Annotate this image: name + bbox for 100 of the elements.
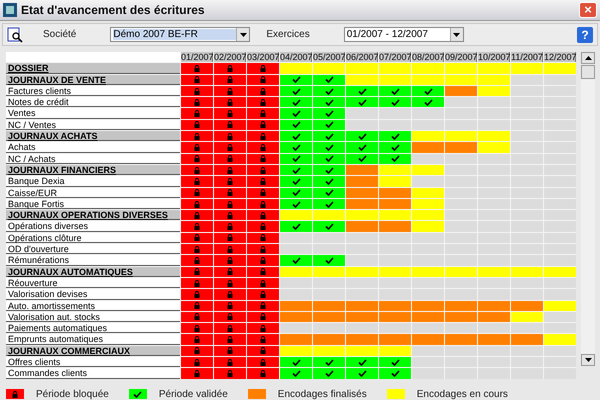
dropdown-arrow-icon bbox=[240, 32, 247, 36]
scroll-thumb[interactable] bbox=[581, 65, 595, 79]
lock-icon bbox=[194, 268, 200, 276]
lock-icon bbox=[194, 200, 200, 208]
lock-icon bbox=[260, 347, 266, 354]
lock-icon bbox=[260, 200, 266, 208]
column-header: 06/2007 bbox=[346, 52, 378, 62]
lock-icon bbox=[227, 178, 233, 185]
lock-icon bbox=[194, 302, 200, 310]
lock-icon bbox=[227, 358, 233, 366]
lock-icon bbox=[194, 178, 200, 185]
journal-label: Caisse/EUR bbox=[6, 188, 180, 198]
lock-icon bbox=[227, 212, 233, 219]
lock-icon bbox=[227, 166, 233, 174]
group-label: JOURNAUX OPERATIONS DIVERSES bbox=[6, 210, 180, 220]
journal-label: Rémunérations bbox=[6, 255, 180, 266]
lock-icon bbox=[227, 189, 233, 196]
lock-icon bbox=[260, 121, 266, 128]
lock-icon bbox=[260, 370, 266, 377]
scroll-up-button[interactable] bbox=[581, 52, 595, 64]
company-label: Société bbox=[43, 29, 76, 40]
lock-icon bbox=[260, 256, 266, 264]
column-header: 03/2007 bbox=[247, 52, 279, 62]
company-dropdown[interactable]: Démo 2007 BE-FR bbox=[110, 27, 250, 42]
journal-label: Opérations clôture bbox=[6, 232, 180, 244]
group-label: JOURNAUX ACHATS bbox=[6, 131, 180, 142]
group-label: JOURNAUX FINANCIERS bbox=[6, 164, 180, 176]
column-header: 12/2007 bbox=[544, 52, 576, 62]
journal-label: Banque Fortis bbox=[6, 198, 180, 210]
lock-icon bbox=[227, 324, 233, 332]
lock-icon bbox=[194, 121, 200, 128]
check-icon bbox=[324, 256, 334, 264]
lock-icon bbox=[227, 88, 233, 95]
period-label: Exercices bbox=[266, 29, 310, 40]
journal-label: Notes de crédit bbox=[6, 97, 180, 108]
lock-icon bbox=[227, 290, 233, 298]
journal-label: Réouverture bbox=[6, 278, 180, 288]
journal-label: Auto. amortissements bbox=[6, 300, 180, 311]
lock-icon bbox=[227, 246, 233, 253]
lock-icon bbox=[260, 313, 266, 320]
close-button[interactable]: × bbox=[579, 2, 597, 18]
lock-icon bbox=[260, 290, 266, 298]
group-label: DOSSIER bbox=[6, 63, 180, 74]
lock-icon bbox=[260, 234, 266, 242]
lock-icon bbox=[260, 336, 266, 344]
lock-icon bbox=[194, 223, 200, 230]
check-icon bbox=[133, 390, 142, 398]
scroll-down-button[interactable] bbox=[581, 354, 595, 366]
lock-icon bbox=[194, 336, 200, 344]
lock-icon bbox=[227, 121, 233, 128]
lock-icon bbox=[194, 132, 200, 140]
lock-icon bbox=[227, 256, 233, 264]
lock-icon bbox=[194, 64, 200, 72]
column-header: 10/2007 bbox=[478, 52, 510, 62]
scrollbar[interactable] bbox=[581, 52, 595, 366]
lock-icon bbox=[260, 64, 266, 72]
lock-icon bbox=[227, 155, 233, 162]
lock-icon bbox=[194, 144, 200, 152]
lock-icon bbox=[227, 302, 233, 310]
legend-label: Période validée bbox=[158, 388, 228, 400]
column-header: 01/2007 bbox=[181, 52, 213, 62]
lock-icon bbox=[260, 132, 266, 140]
legend-label: Période bloquée bbox=[36, 388, 109, 400]
lock-icon bbox=[194, 280, 200, 287]
lock-icon bbox=[260, 166, 266, 174]
lock-icon bbox=[227, 234, 233, 242]
journal-label: NC / Ventes bbox=[6, 120, 180, 130]
lock-icon bbox=[260, 110, 266, 118]
journal-label: Achats bbox=[6, 142, 180, 153]
column-header: 05/2007 bbox=[313, 52, 345, 62]
lock-icon bbox=[12, 390, 18, 398]
journal-label: Valorisation devises bbox=[6, 289, 180, 300]
journal-label: Emprunts automatiques bbox=[6, 334, 180, 345]
group-label: JOURNAUX DE VENTE bbox=[6, 74, 180, 85]
lock-icon bbox=[194, 155, 200, 162]
lock-icon bbox=[260, 223, 266, 230]
lock-icon bbox=[227, 313, 233, 320]
journal-label: Paiements automatiques bbox=[6, 323, 180, 334]
help-button[interactable]: ? bbox=[577, 26, 593, 42]
dropdown-arrow-icon bbox=[584, 358, 592, 362]
lock-icon bbox=[194, 313, 200, 320]
lock-icon bbox=[194, 370, 200, 377]
period-dropdown[interactable]: 01/2007 - 12/2007 bbox=[344, 27, 464, 42]
group-label: JOURNAUX COMMERCIAUX bbox=[6, 346, 180, 356]
journal-label: Ventes bbox=[6, 108, 180, 119]
column-header: 09/2007 bbox=[445, 52, 477, 62]
lock-icon bbox=[194, 88, 200, 95]
legend-label: Encodages finalisés bbox=[278, 388, 367, 400]
column-header: 08/2007 bbox=[412, 52, 444, 62]
group-label: JOURNAUX AUTOMATIQUES bbox=[6, 266, 180, 277]
check-icon bbox=[292, 256, 300, 264]
lock-icon bbox=[227, 98, 233, 106]
journal-label: NC / Achats bbox=[6, 154, 180, 164]
search-icon[interactable] bbox=[7, 26, 23, 42]
journal-label: Offres clients bbox=[6, 357, 180, 368]
check-icon bbox=[324, 223, 334, 230]
lock-icon bbox=[194, 212, 200, 219]
lock-icon bbox=[227, 132, 233, 140]
scroll-up-icon bbox=[584, 56, 592, 60]
lock-icon bbox=[227, 370, 233, 377]
